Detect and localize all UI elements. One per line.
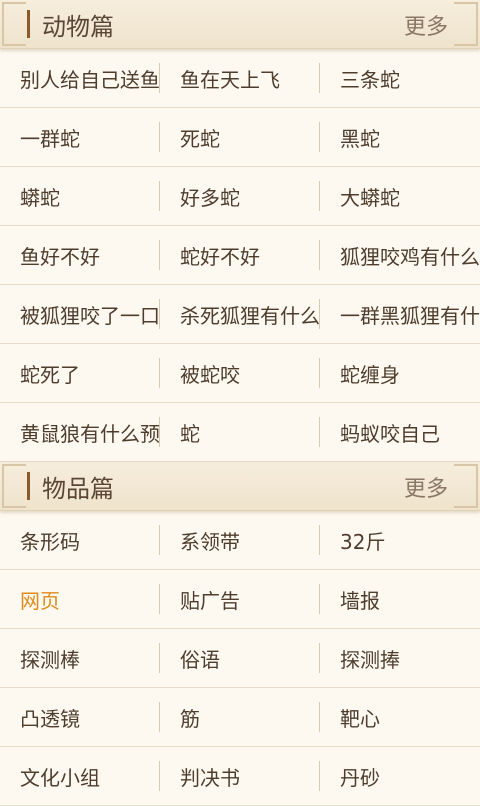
grid-item[interactable]: 蛇死了 [0, 344, 160, 402]
grid-item[interactable]: 蛇好不好 [160, 226, 320, 284]
items-grid: 条形码 系领带 32斤 网页 贴广告 墙报 探测棒 俗语 探测捧 凸透镜 筋 靶… [0, 511, 480, 806]
section-accent-bar [27, 472, 30, 500]
animals-grid: 别人给自己送鱼 鱼在天上飞 三条蛇 一群蛇 死蛇 黑蛇 蟒蛇 好多蛇 大蟒蛇 鱼… [0, 49, 480, 462]
grid-row: 凸透镜 筋 靶心 [0, 688, 480, 747]
grid-item[interactable]: 筋 [160, 688, 320, 746]
grid-item[interactable]: 靶心 [320, 688, 480, 746]
grid-item[interactable]: 墙报 [320, 570, 480, 628]
section-title: 动物篇 [42, 12, 114, 41]
grid-item[interactable]: 鱼好不好 [0, 226, 160, 284]
grid-item[interactable]: 蟒蛇 [0, 167, 160, 225]
grid-item[interactable]: 条形码 [0, 511, 160, 569]
grid-item[interactable]: 探测棒 [0, 629, 160, 687]
grid-item[interactable]: 被狐狸咬了一口有什么预兆 [0, 285, 160, 343]
grid-item[interactable]: 文化小组 [0, 747, 160, 805]
section-header-items: 物品篇 更多 [0, 462, 480, 511]
grid-item[interactable]: 大蟒蛇 [320, 167, 480, 225]
grid-item[interactable]: 系领带 [160, 511, 320, 569]
grid-item[interactable]: 被蛇咬 [160, 344, 320, 402]
grid-item[interactable]: 鱼在天上飞 [160, 49, 320, 107]
grid-item[interactable]: 三条蛇 [320, 49, 480, 107]
decor-corner-icon [454, 22, 478, 46]
grid-row: 文化小组 判决书 丹砂 [0, 747, 480, 806]
grid-item[interactable]: 蛇 [160, 403, 320, 461]
more-link[interactable]: 更多 [404, 471, 448, 503]
grid-row: 鱼好不好 蛇好不好 狐狸咬鸡有什么预兆 [0, 226, 480, 285]
grid-item[interactable]: 黑蛇 [320, 108, 480, 166]
grid-item[interactable]: 蚂蚁咬自己 [320, 403, 480, 461]
grid-item[interactable]: 杀死狐狸有什么预兆 [160, 285, 320, 343]
grid-item[interactable]: 好多蛇 [160, 167, 320, 225]
grid-item[interactable]: 凸透镜 [0, 688, 160, 746]
grid-row: 条形码 系领带 32斤 [0, 511, 480, 570]
grid-item[interactable]: 探测捧 [320, 629, 480, 687]
grid-item[interactable]: 贴广告 [160, 570, 320, 628]
grid-item[interactable]: 一群蛇 [0, 108, 160, 166]
grid-item[interactable]: 蛇缠身 [320, 344, 480, 402]
grid-item[interactable]: 32斤 [320, 511, 480, 569]
grid-item[interactable]: 别人给自己送鱼 [0, 49, 160, 107]
section-header-animals: 动物篇 更多 [0, 0, 480, 49]
grid-item[interactable]: 死蛇 [160, 108, 320, 166]
grid-item[interactable]: 俗语 [160, 629, 320, 687]
grid-row: 被狐狸咬了一口有什么预兆 杀死狐狸有什么预兆 一群黑狐狸有什么预兆 [0, 285, 480, 344]
grid-row: 网页 贴广告 墙报 [0, 570, 480, 629]
grid-row: 蟒蛇 好多蛇 大蟒蛇 [0, 167, 480, 226]
section-title: 物品篇 [42, 474, 114, 503]
grid-row: 探测棒 俗语 探测捧 [0, 629, 480, 688]
decor-corner-icon [2, 22, 26, 46]
grid-row: 一群蛇 死蛇 黑蛇 [0, 108, 480, 167]
grid-row: 黄鼠狼有什么预兆 蛇 蚂蚁咬自己 [0, 403, 480, 462]
grid-item-selected[interactable]: 网页 [0, 570, 160, 628]
decor-corner-icon [2, 484, 26, 508]
grid-item[interactable]: 狐狸咬鸡有什么预兆 [320, 226, 480, 284]
grid-item[interactable]: 丹砂 [320, 747, 480, 805]
grid-item[interactable]: 判决书 [160, 747, 320, 805]
grid-row: 别人给自己送鱼 鱼在天上飞 三条蛇 [0, 49, 480, 108]
section-accent-bar [27, 10, 30, 38]
grid-row: 蛇死了 被蛇咬 蛇缠身 [0, 344, 480, 403]
more-link[interactable]: 更多 [404, 9, 448, 41]
grid-item[interactable]: 黄鼠狼有什么预兆 [0, 403, 160, 461]
grid-item[interactable]: 一群黑狐狸有什么预兆 [320, 285, 480, 343]
decor-corner-icon [454, 484, 478, 508]
